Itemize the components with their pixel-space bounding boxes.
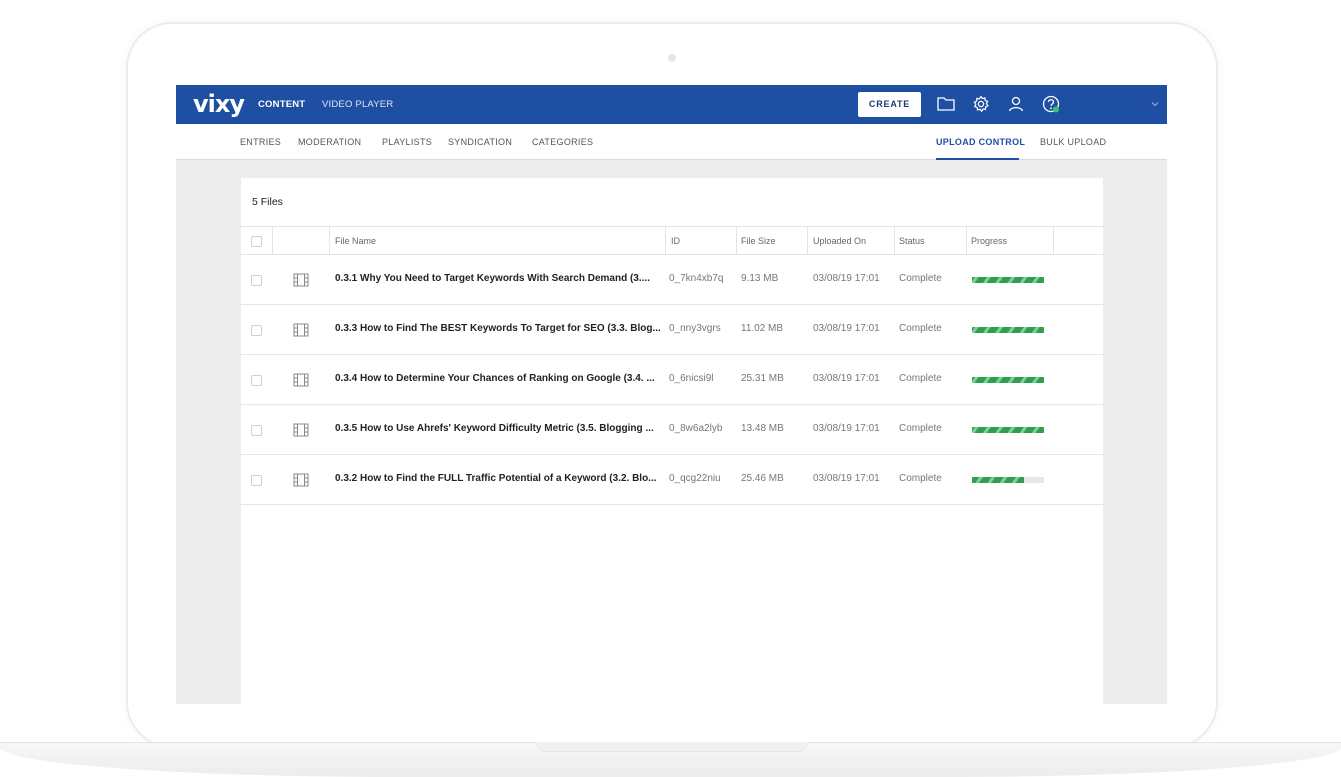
entry-id: 0_8w6a2lyb <box>669 423 723 434</box>
upload-status: Complete <box>899 423 942 434</box>
upload-status: Complete <box>899 273 942 284</box>
upload-status: Complete <box>899 323 942 334</box>
uploaded-on: 03/08/19 17:01 <box>813 473 880 484</box>
progress-bar <box>972 327 1044 333</box>
table-row[interactable]: 0.3.5 How to Use Ahrefs' Keyword Difficu… <box>241 405 1103 455</box>
user-icon[interactable] <box>1006 94 1026 114</box>
video-file-icon <box>293 323 309 337</box>
select-all-checkbox[interactable] <box>251 236 262 247</box>
tab-syndication[interactable]: SYNDICATION <box>448 137 512 147</box>
header-progress[interactable]: Progress <box>971 236 1007 246</box>
header-file-name[interactable]: File Name <box>335 236 376 246</box>
video-file-icon <box>293 473 309 487</box>
file-size: 25.31 MB <box>741 373 784 384</box>
uploaded-on: 03/08/19 17:01 <box>813 423 880 434</box>
tab-entries[interactable]: ENTRIES <box>240 137 281 147</box>
active-tab-indicator <box>936 158 1019 160</box>
header-id[interactable]: ID <box>671 236 680 246</box>
file-name[interactable]: 0.3.1 Why You Need to Target Keywords Wi… <box>335 273 663 284</box>
header-status[interactable]: Status <box>899 236 925 246</box>
file-size: 11.02 MB <box>741 323 784 334</box>
tab-playlists[interactable]: PLAYLISTS <box>382 137 432 147</box>
progress-bar <box>972 377 1044 383</box>
video-file-icon <box>293 273 309 287</box>
progress-fill <box>972 477 1024 483</box>
uploaded-on: 03/08/19 17:01 <box>813 373 880 384</box>
progress-fill <box>972 277 1044 283</box>
file-name[interactable]: 0.3.4 How to Determine Your Chances of R… <box>335 373 663 384</box>
file-name[interactable]: 0.3.3 How to Find The BEST Keywords To T… <box>335 323 663 334</box>
uploaded-on: 03/08/19 17:01 <box>813 273 880 284</box>
file-name[interactable]: 0.3.2 How to Find the FULL Traffic Poten… <box>335 473 663 484</box>
uploaded-on: 03/08/19 17:01 <box>813 323 880 334</box>
row-checkbox[interactable] <box>251 375 262 386</box>
entry-id: 0_qcg22niu <box>669 473 721 484</box>
upload-status: Complete <box>899 373 942 384</box>
column-divider <box>807 227 808 255</box>
uploads-table: File Name ID File Size Uploaded On Statu… <box>241 226 1103 505</box>
app-screen: vixy CONTENT VIDEO PLAYER CREATE ENTRIES… <box>176 85 1167 704</box>
table-header: File Name ID File Size Uploaded On Statu… <box>241 226 1103 255</box>
sub-navbar: ENTRIES MODERATION PLAYLISTS SYNDICATION… <box>176 124 1167 160</box>
laptop-notch <box>536 742 808 752</box>
upload-panel: 5 Files File Name ID File Size Uploaded … <box>241 178 1103 704</box>
tab-categories[interactable]: CATEGORIES <box>532 137 593 147</box>
file-size: 25.46 MB <box>741 473 784 484</box>
table-row[interactable]: 0.3.2 How to Find the FULL Traffic Poten… <box>241 455 1103 505</box>
column-divider <box>736 227 737 255</box>
help-icon[interactable] <box>1041 94 1061 114</box>
camera-dot <box>668 54 676 62</box>
table-row[interactable]: 0.3.4 How to Determine Your Chances of R… <box>241 355 1103 405</box>
column-divider <box>329 227 330 255</box>
create-button[interactable]: CREATE <box>858 92 921 117</box>
progress-bar <box>972 477 1044 483</box>
row-checkbox[interactable] <box>251 275 262 286</box>
tab-moderation[interactable]: MODERATION <box>298 137 361 147</box>
column-divider <box>1053 227 1054 255</box>
file-name[interactable]: 0.3.5 How to Use Ahrefs' Keyword Difficu… <box>335 423 663 434</box>
progress-bar <box>972 277 1044 283</box>
row-checkbox[interactable] <box>251 425 262 436</box>
row-checkbox[interactable] <box>251 475 262 486</box>
row-checkbox[interactable] <box>251 325 262 336</box>
tab-upload-control[interactable]: UPLOAD CONTROL <box>936 137 1025 147</box>
header-file-size[interactable]: File Size <box>741 236 776 246</box>
header-uploaded-on[interactable]: Uploaded On <box>813 236 866 246</box>
entry-id: 0_7kn4xb7q <box>669 273 724 284</box>
tab-bulk-upload[interactable]: BULK UPLOAD <box>1040 137 1106 147</box>
progress-fill <box>972 427 1044 433</box>
file-size: 9.13 MB <box>741 273 779 284</box>
nav-content[interactable]: CONTENT <box>258 99 305 110</box>
upload-status: Complete <box>899 473 942 484</box>
entry-id: 0_nny3vgrs <box>669 323 721 334</box>
column-divider <box>966 227 967 255</box>
gear-icon[interactable] <box>971 94 991 114</box>
entry-id: 0_6nicsi9l <box>669 373 714 384</box>
column-divider <box>665 227 666 255</box>
progress-bar <box>972 427 1044 433</box>
column-divider <box>894 227 895 255</box>
vixy-logo[interactable]: vixy <box>193 90 245 118</box>
progress-fill <box>972 377 1044 383</box>
file-size: 13.48 MB <box>741 423 784 434</box>
video-file-icon <box>293 373 309 387</box>
table-row[interactable]: 0.3.3 How to Find The BEST Keywords To T… <box>241 305 1103 355</box>
progress-fill <box>972 327 1044 333</box>
file-count: 5 Files <box>252 196 283 208</box>
video-file-icon <box>293 423 309 437</box>
nav-video-player[interactable]: VIDEO PLAYER <box>322 99 393 110</box>
folder-icon[interactable] <box>936 94 956 114</box>
column-divider <box>272 227 273 255</box>
chevron-down-icon[interactable] <box>1150 99 1160 109</box>
top-navbar: vixy CONTENT VIDEO PLAYER CREATE <box>176 85 1167 124</box>
table-row[interactable]: 0.3.1 Why You Need to Target Keywords Wi… <box>241 255 1103 305</box>
